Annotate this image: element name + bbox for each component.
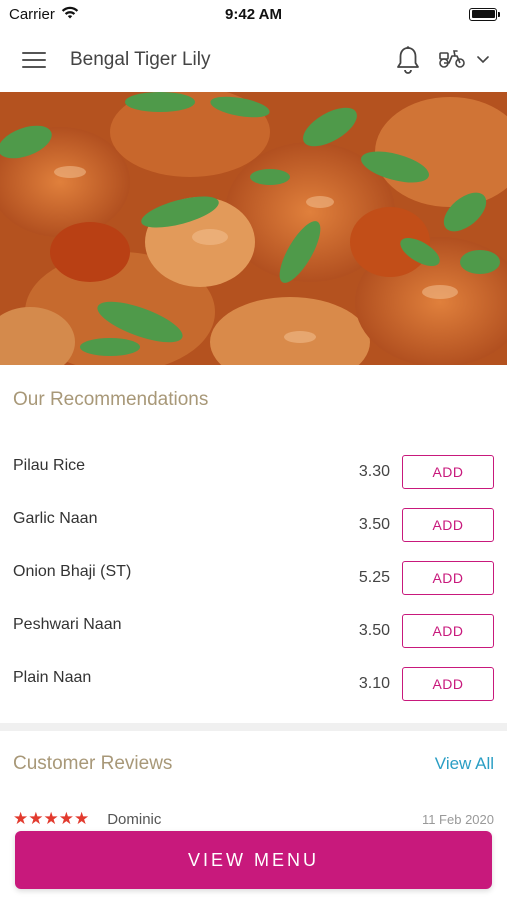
add-button[interactable]: ADD [402, 666, 494, 701]
chevron-down-icon [477, 51, 489, 69]
food-photo [0, 92, 507, 365]
list-item: Garlic Naan 3.50 ADD [0, 498, 507, 551]
item-price: 3.50 [358, 515, 390, 533]
add-button[interactable]: ADD [402, 613, 494, 648]
list-item: Onion Bhaji (ST) 5.25 ADD [0, 551, 507, 604]
add-button[interactable]: ADD [402, 454, 494, 489]
hero-food-image [0, 92, 507, 365]
reviewer-name: Dominic [107, 810, 162, 828]
recommendations-title: Our Recommendations [13, 389, 209, 410]
review-item: ★★★★★ Dominic 11 Feb 2020 [0, 809, 507, 829]
list-item: Pilau Rice 3.30 ADD [0, 445, 507, 498]
item-name: Garlic Naan [13, 509, 98, 527]
item-price: 3.30 [358, 462, 390, 480]
item-name: Onion Bhaji (ST) [13, 562, 132, 580]
bell-icon[interactable] [395, 45, 421, 75]
list-item: Peshwari Naan 3.50 ADD [0, 604, 507, 657]
header-actions [395, 45, 489, 75]
item-price: 5.25 [358, 568, 390, 586]
hamburger-icon[interactable] [22, 50, 48, 70]
battery-icon [469, 7, 500, 21]
star-rating: ★★★★★ [13, 809, 90, 828]
app-header: Bengal Tiger Lily [0, 28, 507, 92]
wifi-icon [61, 6, 79, 23]
scooter-icon [437, 47, 467, 74]
add-button[interactable]: ADD [402, 507, 494, 542]
item-name: Pilau Rice [13, 456, 86, 474]
status-left: Carrier [9, 6, 79, 23]
section-divider [0, 723, 507, 731]
view-menu-button[interactable]: VIEW MENU [15, 831, 492, 889]
delivery-selector[interactable] [437, 47, 489, 74]
recommendations-list: Pilau Rice 3.30 ADD Garlic Naan 3.50 ADD… [0, 445, 507, 710]
reviews-header: Customer Reviews View All [0, 731, 507, 775]
reviews-title: Customer Reviews [13, 753, 173, 774]
review-date: 11 Feb 2020 [421, 811, 494, 827]
item-price: 3.10 [358, 674, 390, 692]
item-name: Plain Naan [13, 668, 92, 686]
recommendations-section: Our Recommendations Pilau Rice 3.30 ADD … [0, 365, 507, 723]
view-menu-container: VIEW MENU [15, 831, 492, 889]
restaurant-title: Bengal Tiger Lily [70, 49, 211, 70]
status-bar: Carrier 9:42 AM [0, 0, 507, 28]
carrier-label: Carrier [9, 5, 55, 23]
list-item: Plain Naan 3.10 ADD [0, 657, 507, 710]
view-all-link[interactable]: View All [435, 754, 494, 774]
add-button[interactable]: ADD [402, 560, 494, 595]
item-price: 3.50 [358, 621, 390, 639]
item-name: Peshwari Naan [13, 615, 122, 633]
